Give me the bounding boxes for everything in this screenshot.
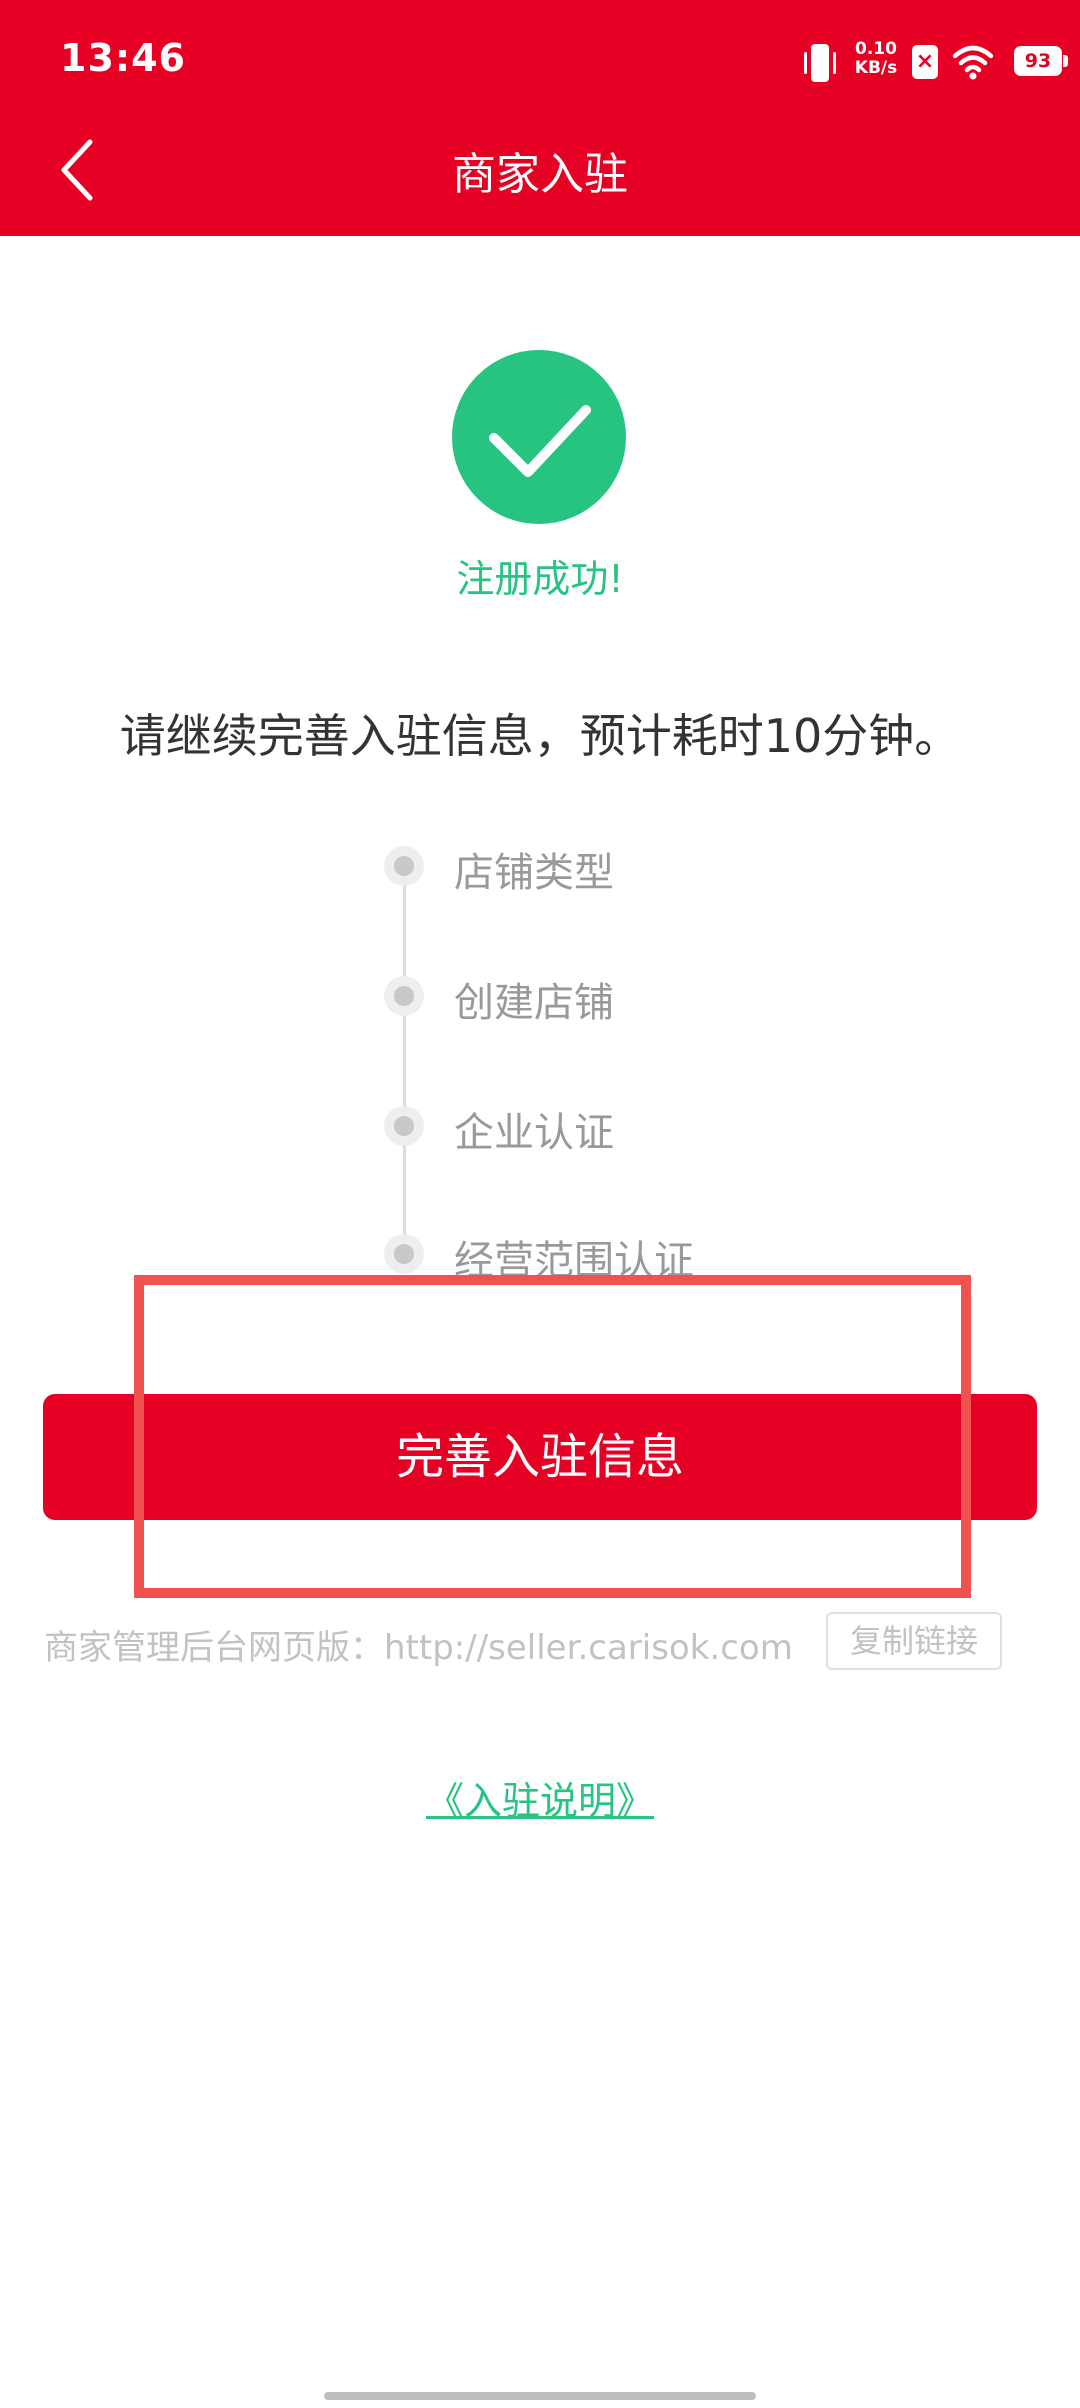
step-label: 创建店铺 (454, 980, 614, 1026)
status-time: 13:46 (60, 36, 186, 80)
check-circle-icon (452, 350, 626, 524)
sim-x-icon: × (912, 45, 938, 79)
vibrate-icon (800, 40, 840, 86)
wifi-icon (952, 42, 994, 82)
app-header: 13:46 0.10 KB/s × 93 商家入驻 (0, 0, 1080, 236)
backend-url-text: 商家管理后台网页版：http://seller.carisok.com (44, 1628, 793, 1668)
battery-tip (1063, 55, 1068, 67)
page-title: 商家入驻 (452, 149, 628, 200)
step-dot (384, 976, 424, 1016)
step-item-business-scope: 经营范围认证 (384, 1224, 984, 1284)
guide-link-row: 《入驻说明》 (0, 1770, 1080, 1825)
entry-guide-link[interactable]: 《入驻说明》 (426, 1779, 654, 1823)
timeline-line (403, 866, 406, 1254)
step-dot (384, 846, 424, 886)
battery-icon: 93 (1014, 46, 1068, 76)
backend-url-row: 商家管理后台网页版：http://seller.carisok.com 复制链接 (44, 1612, 1044, 1670)
step-label: 企业认证 (454, 1110, 614, 1156)
complete-info-button[interactable]: 完善入驻信息 (43, 1394, 1037, 1520)
step-dot (384, 1106, 424, 1146)
step-item-create-shop: 创建店铺 (384, 966, 984, 1026)
battery-level: 93 (1014, 46, 1062, 76)
registration-success-text: 注册成功! (456, 557, 624, 601)
copy-link-button[interactable]: 复制链接 (826, 1612, 1002, 1670)
step-dot (384, 1234, 424, 1274)
instruction-text: 请继续完善入驻信息，预计耗时10分钟。 (119, 709, 961, 763)
net-speed-indicator: 0.10 KB/s (848, 40, 904, 86)
step-item-enterprise-cert: 企业认证 (384, 1096, 984, 1156)
net-speed-unit: KB/s (854, 58, 898, 78)
net-speed-value: 0.10 (855, 39, 897, 59)
step-label: 店铺类型 (454, 850, 614, 896)
screen: 13:46 0.10 KB/s × 93 商家入驻 注册成功! 请继续完善入驻信… (0, 0, 1080, 2408)
step-label: 经营范围认证 (454, 1238, 694, 1284)
step-item-shop-type: 店铺类型 (384, 836, 984, 896)
home-indicator[interactable] (324, 2392, 756, 2400)
